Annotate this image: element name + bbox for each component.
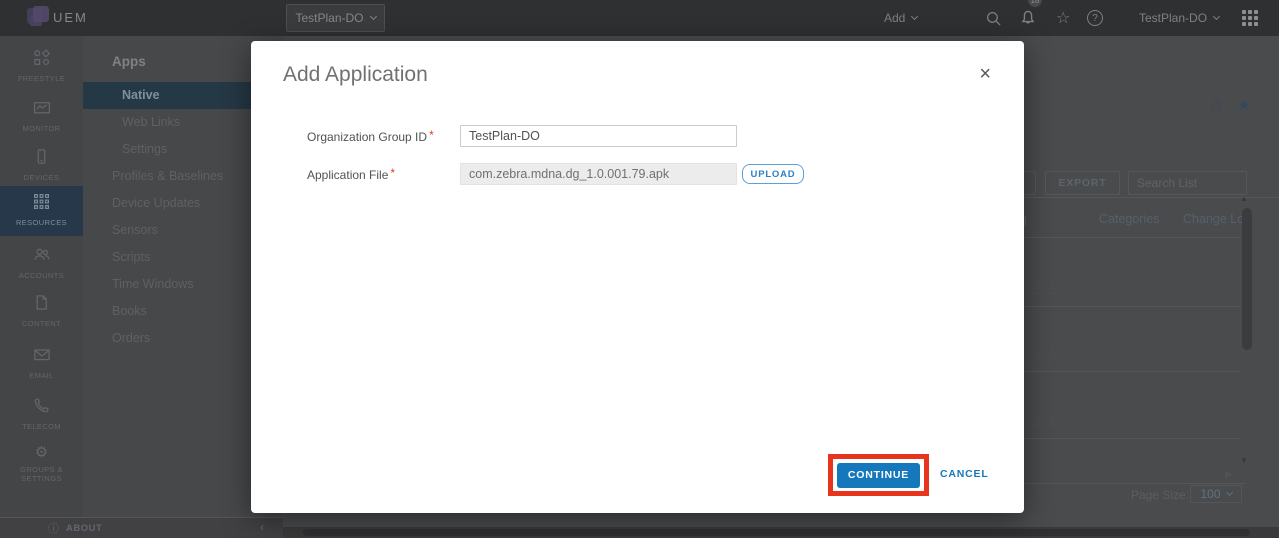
workspace-one-logo-icon[interactable] bbox=[27, 6, 51, 30]
organization-group-input[interactable] bbox=[460, 125, 737, 147]
vertical-scrollbar-thumb[interactable] bbox=[1242, 208, 1252, 350]
favorite-page-star-icon[interactable]: ★ bbox=[1237, 96, 1250, 114]
page-size-select[interactable]: 100 bbox=[1190, 485, 1242, 503]
horizontal-scrollbar[interactable] bbox=[283, 527, 1279, 538]
add-application-modal: Add Application × Organization Group ID*… bbox=[251, 41, 1024, 513]
main-sidebar: FREESTYLE MONITOR DEVICES RESOURCES ACCO… bbox=[0, 36, 83, 517]
brand-label: UEM bbox=[53, 10, 88, 25]
top-bar: UEM TestPlan-DO Add 18 ☆ ? TestPlan-DO bbox=[0, 0, 1279, 36]
search-list-input[interactable] bbox=[1128, 171, 1247, 195]
application-file-label: Application File* bbox=[307, 166, 460, 182]
sidebar-item-content[interactable]: CONTENT bbox=[0, 289, 83, 328]
sidebar-item-freestyle[interactable]: FREESTYLE bbox=[0, 44, 83, 83]
next-page-icon[interactable]: ▶ bbox=[1225, 469, 1232, 480]
about-label[interactable]: ABOUT bbox=[66, 523, 102, 534]
sidebar-item-groups-settings[interactable]: ⚙ GROUPS & SETTINGS bbox=[0, 439, 83, 483]
account-menu[interactable]: TestPlan-DO bbox=[1139, 0, 1219, 36]
application-file-input bbox=[460, 163, 737, 185]
upload-button[interactable]: UPLOAD bbox=[742, 164, 804, 184]
sidebar-item-email[interactable]: EMAIL bbox=[0, 341, 83, 380]
required-marker: * bbox=[429, 128, 434, 142]
scroll-down-icon[interactable]: ▼ bbox=[1240, 456, 1248, 465]
favorites-star-icon[interactable]: ☆ bbox=[1056, 0, 1070, 36]
close-icon[interactable]: × bbox=[979, 64, 991, 84]
content-icon bbox=[33, 294, 50, 311]
sidebar-item-accounts[interactable]: ACCOUNTS bbox=[0, 241, 83, 280]
organization-group-selector[interactable]: TestPlan-DO bbox=[286, 4, 385, 32]
add-menu[interactable]: Add bbox=[884, 0, 917, 36]
email-icon bbox=[33, 346, 51, 363]
freestyle-icon bbox=[33, 49, 50, 66]
continue-button[interactable]: CONTINUE bbox=[837, 463, 920, 488]
sidebar-item-monitor[interactable]: MONITOR bbox=[0, 94, 83, 133]
resources-icon bbox=[33, 193, 50, 210]
devices-icon bbox=[33, 148, 50, 165]
chevron-down-icon bbox=[911, 13, 918, 20]
sidebar-item-resources[interactable]: RESOURCES bbox=[0, 186, 83, 236]
telecom-icon bbox=[33, 397, 50, 414]
collapse-sidebar-icon[interactable]: ‹ bbox=[260, 520, 264, 534]
monitor-icon bbox=[33, 99, 51, 116]
column-header-change-log[interactable]: Change Lo bbox=[1183, 212, 1244, 226]
application-file-row: Application File* UPLOAD bbox=[307, 163, 804, 185]
info-icon: ⓘ bbox=[48, 520, 59, 536]
help-icon[interactable]: ? bbox=[1087, 0, 1103, 36]
chevron-down-icon bbox=[1213, 13, 1220, 20]
sidebar-item-devices[interactable]: DEVICES bbox=[0, 143, 83, 182]
notification-badge: 18 bbox=[1028, 0, 1042, 7]
chevron-down-icon bbox=[1225, 489, 1232, 496]
organization-group-row: Organization Group ID* bbox=[307, 125, 737, 147]
page-size-label: Page Size: bbox=[1131, 488, 1189, 502]
home-icon[interactable]: ⌂ bbox=[1211, 94, 1221, 114]
notifications-bell-icon[interactable]: 18 bbox=[1019, 0, 1037, 36]
app-grid-icon[interactable] bbox=[1242, 0, 1258, 36]
uem-console: UEM TestPlan-DO Add 18 ☆ ? TestPlan-DO bbox=[0, 0, 1279, 538]
export-button[interactable]: EXPORT bbox=[1045, 171, 1120, 195]
column-header-categories[interactable]: Categories bbox=[1099, 212, 1159, 226]
submenu-header: Apps bbox=[112, 54, 146, 69]
organization-group-label: Organization Group ID* bbox=[307, 128, 460, 144]
gear-icon: ⚙ bbox=[35, 444, 48, 461]
horizontal-scrollbar-thumb[interactable] bbox=[303, 529, 1250, 536]
about-bar: ⓘ ABOUT ‹ bbox=[0, 517, 283, 538]
chevron-down-icon bbox=[369, 13, 376, 20]
scroll-up-icon[interactable]: ▲ bbox=[1240, 194, 1248, 203]
search-icon[interactable] bbox=[985, 0, 1002, 36]
required-marker: * bbox=[390, 166, 395, 180]
modal-title: Add Application bbox=[283, 63, 428, 87]
cancel-button[interactable]: CANCEL bbox=[940, 468, 989, 480]
annotation-highlight-box: CONTINUE bbox=[828, 454, 929, 496]
accounts-icon bbox=[33, 246, 51, 263]
sidebar-item-telecom[interactable]: TELECOM bbox=[0, 392, 83, 431]
